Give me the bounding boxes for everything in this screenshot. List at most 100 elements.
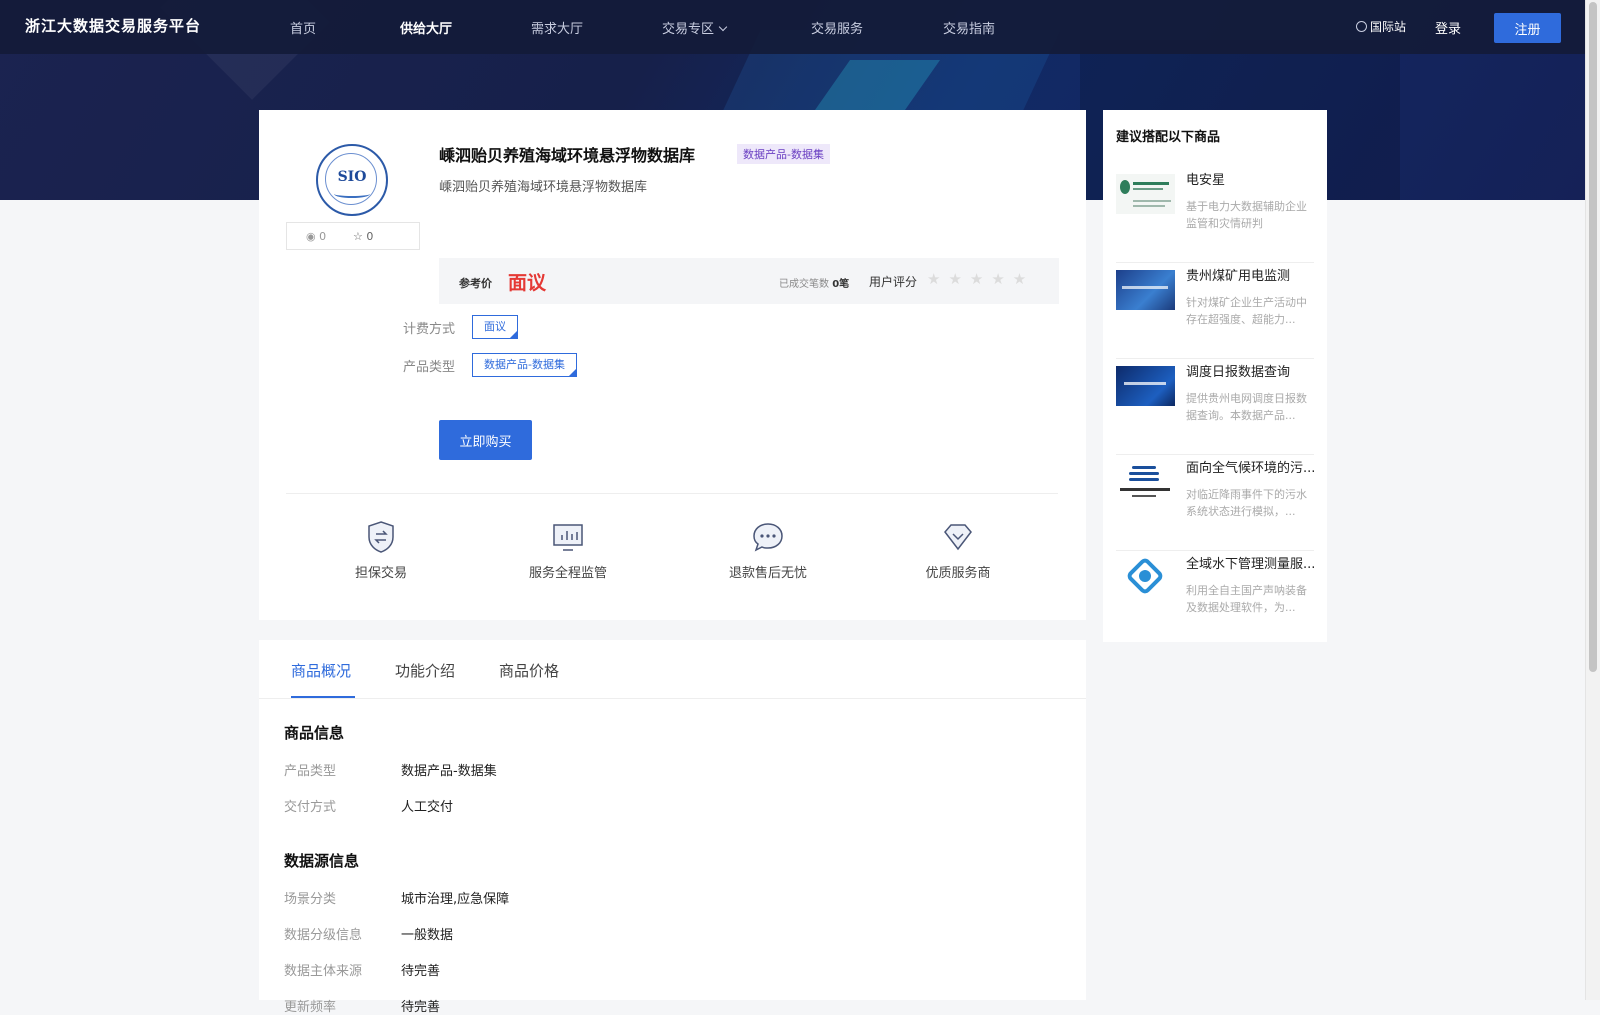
- feature-refund-label: 退款售后无忧: [728, 566, 807, 581]
- international-site-link[interactable]: 国际站: [1356, 18, 1406, 35]
- recommend-item-name: 调度日报数据查询: [1186, 365, 1291, 380]
- recommend-item-desc: 提供贵州电网调度日报数据查询。本数据产品...: [1186, 392, 1307, 422]
- info-label: 产品类型: [284, 764, 337, 779]
- star-icon: ☆: [353, 230, 363, 243]
- register-button[interactable]: 注册: [1494, 13, 1561, 43]
- price-value: 面议: [508, 272, 547, 294]
- active-tab-indicator: [291, 696, 355, 698]
- feature-guarantee-label: 担保交易: [354, 566, 407, 581]
- chat-bubble-icon: [753, 523, 783, 552]
- product-stats: ◉ 0 ☆ 0: [286, 222, 420, 250]
- info-label: 更新频率: [284, 1000, 337, 1015]
- site-logo[interactable]: 浙江大数据交易服务平台: [25, 15, 201, 36]
- recommendation-sidebar: 建议搭配以下商品 电安星 基于电力大数据辅助企业监管和灾情研判 贵州煤矿用电监测…: [1103, 110, 1327, 642]
- info-value: 待完善: [401, 1000, 441, 1015]
- nav-demand-hall[interactable]: 需求大厅: [531, 18, 583, 37]
- eye-icon: ◉: [306, 230, 316, 243]
- detail-panel: 商品概况 功能介绍 商品价格 商品信息 产品类型 数据产品-数据集 交付方式 人…: [259, 640, 1086, 1015]
- sidebar-title: 建议搭配以下商品: [1116, 130, 1221, 145]
- rating-stars: ★★★★★: [927, 270, 1035, 288]
- monitor-chart-icon: [553, 524, 583, 551]
- product-logo: SIO: [316, 144, 388, 216]
- scrollbar-thumb[interactable]: [1589, 2, 1597, 672]
- recommend-item-name: 面向全气候环境的污...: [1186, 461, 1316, 476]
- check-corner-icon: [568, 369, 576, 376]
- buy-now-button[interactable]: 立即购买: [439, 420, 532, 460]
- recommend-item[interactable]: 调度日报数据查询 提供贵州电网调度日报数据查询。本数据产品...: [1116, 358, 1314, 455]
- divider: [286, 493, 1058, 494]
- billing-chip-label: 面议: [484, 320, 506, 333]
- chevron-down-icon: [718, 22, 728, 32]
- info-value: 一般数据: [401, 928, 454, 943]
- nav-trade-guide[interactable]: 交易指南: [943, 18, 995, 37]
- info-value: 城市治理,应急保障: [401, 892, 510, 907]
- recommend-item[interactable]: 电安星 基于电力大数据辅助企业监管和灾情研判: [1116, 166, 1314, 263]
- price-box: 参考价 面议 已成交笔数 0笔 用户评分 ★★★★★: [439, 258, 1059, 304]
- info-label: 数据主体来源: [284, 964, 363, 979]
- info-label: 交付方式: [284, 800, 337, 815]
- info-value: 待完善: [401, 964, 441, 979]
- recommend-item[interactable]: 贵州煤矿用电监测 针对煤矿企业生产活动中存在超强度、超能力...: [1116, 262, 1314, 359]
- info-label: 数据分级信息: [284, 928, 363, 943]
- recommend-item[interactable]: 全域水下管理测量服... 利用全自主国产声呐装备及数据处理软件，为...: [1116, 550, 1316, 642]
- billing-label: 计费方式: [403, 322, 456, 337]
- nav-trade-service[interactable]: 交易服务: [811, 18, 863, 37]
- deals-count: 已成交笔数 0笔: [779, 275, 849, 290]
- product-thumbnail: [1116, 462, 1175, 502]
- section-datasource-title: 数据源信息: [284, 852, 360, 870]
- product-category-tag: 数据产品-数据集: [737, 144, 830, 164]
- deals-label: 已成交笔数: [779, 279, 829, 290]
- feature-refund: 退款售后无忧: [703, 520, 833, 581]
- product-card: SIO ◉ 0 ☆ 0 嵊泗贻贝养殖海域环境悬浮物数据库 数据产品-数据集 嵊泗…: [259, 110, 1086, 620]
- type-chip-label: 数据产品-数据集: [484, 358, 565, 371]
- product-subtitle: 嵊泗贻贝养殖海域环境悬浮物数据库: [439, 180, 648, 195]
- tab-overview[interactable]: 商品概况: [291, 660, 351, 681]
- billing-chip[interactable]: 面议: [472, 315, 518, 339]
- views-value: 0: [319, 230, 327, 243]
- rating-label: 用户评分: [869, 275, 918, 289]
- feature-supervision: 服务全程监管: [503, 520, 633, 581]
- recommend-item-desc: 针对煤矿企业生产活动中存在超强度、超能力...: [1186, 296, 1307, 326]
- top-navbar: 浙江大数据交易服务平台 首页 供给大厅 需求大厅 交易专区 交易服务 交易指南 …: [0, 0, 1585, 54]
- product-title: 嵊泗贻贝养殖海域环境悬浮物数据库: [439, 146, 696, 165]
- type-chip[interactable]: 数据产品-数据集: [472, 353, 577, 377]
- recommend-item-desc: 对临近降雨事件下的污水系统状态进行模拟，...: [1186, 488, 1307, 518]
- international-label: 国际站: [1370, 20, 1407, 34]
- nav-supply-hall[interactable]: 供给大厅: [400, 18, 452, 37]
- product-thumbnail: [1116, 174, 1175, 214]
- tab-pricing[interactable]: 商品价格: [499, 660, 559, 681]
- tab-features[interactable]: 功能介绍: [395, 660, 455, 681]
- page-scrollbar[interactable]: [1585, 0, 1600, 1000]
- globe-icon: [1356, 21, 1367, 32]
- shield-exchange-icon: [368, 521, 394, 553]
- recommend-item-name: 电安星: [1186, 173, 1226, 188]
- product-thumbnail: [1116, 556, 1175, 598]
- recommend-item-desc: 利用全自主国产声呐装备及数据处理软件，为...: [1186, 584, 1307, 614]
- deals-value: 0笔: [832, 279, 850, 290]
- view-count: ◉ 0: [306, 230, 326, 243]
- feature-quality-provider-label: 优质服务商: [925, 566, 991, 581]
- favorite-count[interactable]: ☆ 0: [353, 230, 373, 243]
- type-label: 产品类型: [403, 360, 456, 375]
- info-value: 数据产品-数据集: [401, 764, 497, 779]
- feature-supervision-label: 服务全程监管: [528, 566, 607, 581]
- feature-guarantee: 担保交易: [316, 520, 446, 581]
- recommend-item-desc: 基于电力大数据辅助企业监管和灾情研判: [1186, 200, 1307, 230]
- nav-trade-zone[interactable]: 交易专区: [662, 18, 728, 37]
- product-logo-text: SIO: [337, 169, 367, 185]
- tabs-divider: [259, 698, 1086, 699]
- product-thumbnail: [1116, 270, 1175, 310]
- login-link[interactable]: 登录: [1435, 18, 1461, 37]
- info-label: 场景分类: [284, 892, 337, 907]
- feature-quality-provider: 优质服务商: [893, 520, 1023, 581]
- recommend-item-name: 全域水下管理测量服...: [1186, 557, 1316, 572]
- recommend-item-name: 贵州煤矿用电监测: [1186, 269, 1291, 284]
- info-value: 人工交付: [401, 800, 454, 815]
- favorites-value: 0: [366, 230, 374, 243]
- recommend-item[interactable]: 面向全气候环境的污... 对临近降雨事件下的污水系统状态进行模拟，...: [1116, 454, 1316, 551]
- diamond-icon: [944, 524, 972, 551]
- section-product-info-title: 商品信息: [284, 724, 345, 742]
- product-thumbnail: [1116, 366, 1175, 406]
- nav-home[interactable]: 首页: [290, 18, 316, 37]
- price-label: 参考价: [459, 277, 492, 290]
